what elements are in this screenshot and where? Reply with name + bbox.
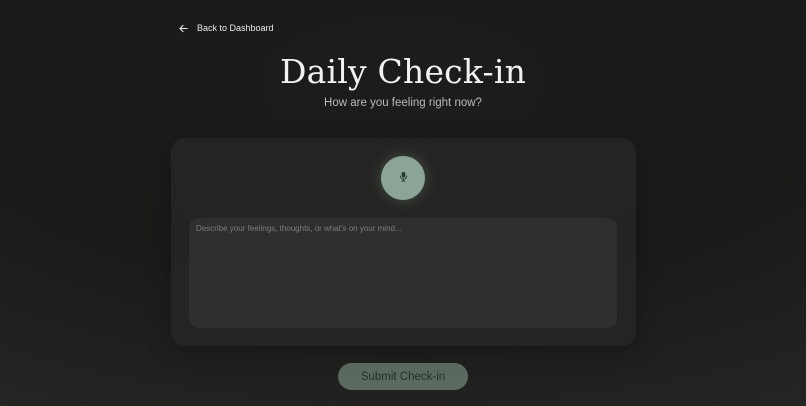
feelings-textarea[interactable] [196,224,610,322]
checkin-card [171,138,636,346]
arrow-left-icon [179,24,188,33]
back-to-dashboard-link[interactable]: Back to Dashboard [179,20,274,36]
feelings-entry-field [189,218,617,328]
page-title: Daily Check-in [279,52,527,91]
submit-checkin-button[interactable]: Submit Check-in [338,363,468,390]
back-link-label: Back to Dashboard [197,23,274,33]
microphone-icon [399,169,408,187]
page-subtitle: How are you feeling right now? [324,97,482,109]
voice-record-button[interactable] [381,156,425,200]
